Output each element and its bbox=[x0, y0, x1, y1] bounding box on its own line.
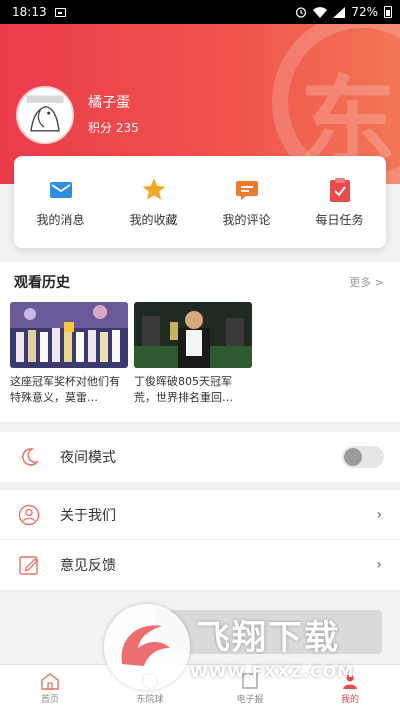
settings-group: 关于我们 › 意见反馈 › bbox=[0, 490, 400, 590]
site-watermark-logo: 飞翔下载 WWW.FXXZ.COM bbox=[104, 604, 386, 690]
avatar-image bbox=[18, 88, 72, 142]
video-caption[interactable]: 丁俊晖破805天冠军荒，世界排名重回… bbox=[134, 374, 252, 406]
chevron-right-icon: › bbox=[376, 557, 382, 573]
battery-icon bbox=[384, 6, 392, 18]
status-bar: 18:13 72% bbox=[0, 0, 400, 24]
clipboard-icon bbox=[327, 177, 353, 203]
moon-icon bbox=[18, 446, 40, 468]
image-notification-icon bbox=[54, 7, 66, 17]
edit-icon bbox=[18, 554, 40, 576]
night-mode-toggle[interactable] bbox=[342, 446, 384, 468]
mail-icon bbox=[48, 177, 74, 203]
nav-label: 我的 bbox=[340, 694, 359, 705]
more-link[interactable]: 更多 > bbox=[349, 274, 384, 290]
quick-item-label: 我的消息 bbox=[36, 212, 85, 227]
video-thumbnail[interactable] bbox=[134, 302, 252, 368]
night-mode-group: 夜间模式 bbox=[0, 432, 400, 482]
watermark-brand: 飞翔下载 bbox=[196, 618, 340, 658]
watch-history-section: 观看历史 更多 > 这座冠军奖杯对他们有特殊意义，莫雷… 丁俊晖破805天冠军荒… bbox=[0, 262, 400, 422]
about-us-row[interactable]: 关于我们 › bbox=[0, 490, 400, 540]
quick-item-label: 我的收藏 bbox=[129, 212, 178, 227]
quick-item-favorites[interactable]: 我的收藏 bbox=[107, 156, 200, 248]
night-mode-row[interactable]: 夜间模式 bbox=[0, 432, 400, 482]
watermark-disc bbox=[104, 604, 190, 690]
video-thumbnail[interactable] bbox=[10, 302, 128, 368]
quick-item-label: 每日任务 bbox=[315, 212, 364, 227]
feedback-label: 意见反馈 bbox=[60, 558, 116, 574]
nav-label: 电子报 bbox=[236, 694, 264, 705]
quick-menu-card: 我的消息 我的收藏 我的评论 每日任务 bbox=[14, 156, 386, 248]
quick-item-comments[interactable]: 我的评论 bbox=[200, 156, 293, 248]
about-us-label: 关于我们 bbox=[60, 507, 116, 524]
battery-percent: 72% bbox=[351, 5, 378, 19]
comment-icon bbox=[234, 177, 260, 203]
status-icons: 72% bbox=[295, 5, 392, 19]
profile-page: 18:13 72% 东 橘子蛋 积分 235 我的消息 我的收藏 我的评论 每日… bbox=[0, 0, 400, 711]
watch-history-title: 观看历史 bbox=[14, 272, 70, 293]
user-circle-icon bbox=[18, 504, 40, 526]
username: 橘子蛋 bbox=[88, 95, 130, 111]
signal-icon bbox=[333, 6, 346, 18]
nav-home[interactable]: 首页 bbox=[0, 665, 100, 711]
quick-item-daily-tasks[interactable]: 每日任务 bbox=[293, 156, 386, 248]
alarm-icon bbox=[296, 7, 307, 18]
history-video-item[interactable]: 这座冠军奖杯对他们有特殊意义，莫雷… bbox=[10, 302, 128, 406]
nav-label: 东院球 bbox=[136, 694, 164, 705]
home-icon bbox=[41, 672, 59, 690]
points-label: 积分 235 bbox=[88, 121, 139, 135]
avatar[interactable] bbox=[16, 86, 74, 144]
feedback-row[interactable]: 意见反馈 › bbox=[0, 540, 400, 590]
history-video-item[interactable]: 丁俊晖破805天冠军荒，世界排名重回… bbox=[134, 302, 252, 406]
quick-item-label: 我的评论 bbox=[222, 212, 271, 227]
star-icon bbox=[141, 177, 167, 203]
nav-label: 首页 bbox=[40, 694, 59, 705]
chevron-right-icon: › bbox=[376, 506, 382, 523]
night-mode-label: 夜间模式 bbox=[60, 450, 116, 466]
watermark-domain: WWW.FXXZ.COM bbox=[190, 662, 355, 681]
status-time: 18:13 bbox=[12, 5, 47, 19]
quick-item-messages[interactable]: 我的消息 bbox=[14, 156, 107, 248]
wifi-icon bbox=[313, 6, 328, 18]
video-caption[interactable]: 这座冠军奖杯对他们有特殊意义，莫雷… bbox=[10, 374, 128, 406]
